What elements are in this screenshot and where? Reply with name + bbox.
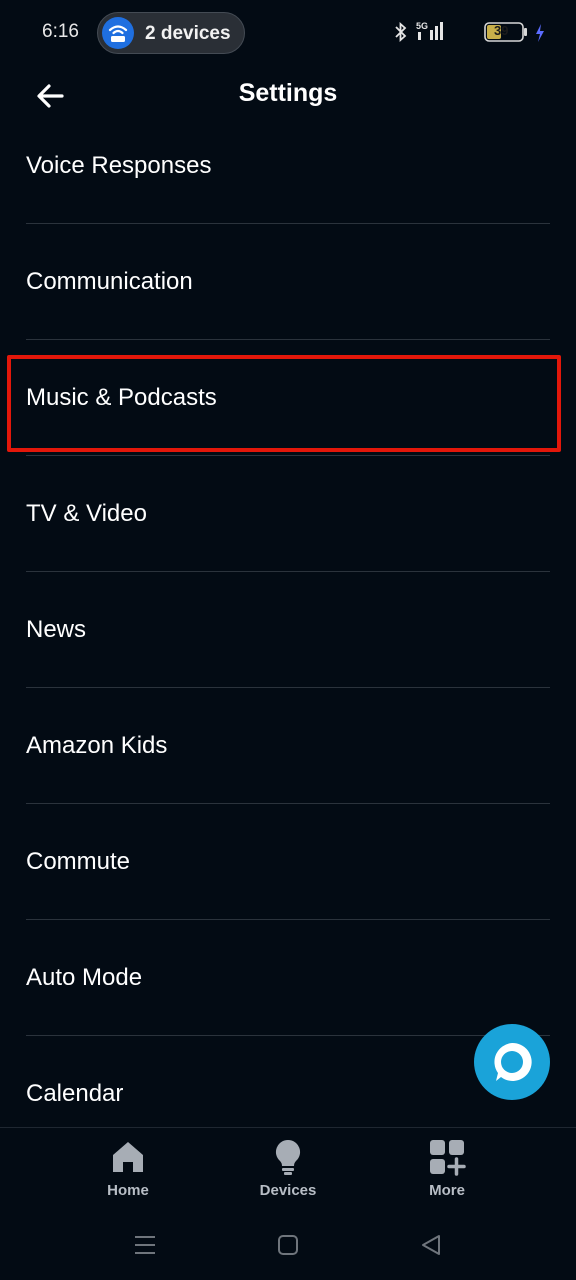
settings-item-label: Amazon Kids xyxy=(26,731,168,759)
nav-devices-label: Devices xyxy=(259,1182,317,1199)
wifi-router-icon xyxy=(102,17,134,49)
bottom-nav: Home Devices More xyxy=(0,1127,576,1218)
menu-icon xyxy=(135,1236,155,1254)
alexa-button[interactable] xyxy=(474,1024,550,1100)
settings-item-news[interactable]: News xyxy=(26,572,550,688)
settings-item-music-podcasts[interactable]: Music & Podcasts xyxy=(26,340,550,456)
back-system-button[interactable] xyxy=(420,1233,442,1262)
home-button[interactable] xyxy=(277,1233,299,1262)
battery-level: 39 xyxy=(494,23,509,38)
alexa-icon xyxy=(494,1042,532,1081)
network-label: 5G xyxy=(416,21,428,31)
nav-more[interactable]: More xyxy=(387,1138,507,1199)
settings-item-communication[interactable]: Communication xyxy=(26,224,550,340)
settings-item-amazon-kids[interactable]: Amazon Kids xyxy=(26,688,550,804)
devices-pill-label: 2 devices xyxy=(145,23,231,44)
home-icon xyxy=(113,1142,143,1172)
lightbulb-icon xyxy=(275,1139,301,1175)
page-title: Settings xyxy=(238,79,338,107)
grid-plus-icon xyxy=(430,1140,466,1176)
triangle-back-icon xyxy=(422,1235,440,1255)
settings-item-label: TV & Video xyxy=(26,499,147,527)
square-icon xyxy=(278,1235,298,1255)
settings-item-label: Commute xyxy=(26,847,131,875)
nav-home[interactable]: Home xyxy=(68,1138,188,1199)
bluetooth-icon xyxy=(394,20,408,49)
signal-icon: 5G xyxy=(416,20,446,49)
settings-list: Voice Responses Communication Music & Po… xyxy=(26,108,550,1152)
settings-item-label: Calendar xyxy=(26,1080,124,1107)
system-nav xyxy=(0,1217,576,1280)
settings-screen: 6:16 2 devices 5G 39 Settings Voice Resp… xyxy=(0,0,576,1280)
settings-item-label: Voice Responses xyxy=(26,151,212,179)
status-time: 6:16 xyxy=(42,21,79,42)
settings-item-label: Communication xyxy=(26,267,193,295)
settings-item-label: Auto Mode xyxy=(26,963,143,991)
status-bar: 6:16 2 devices 5G 39 xyxy=(0,0,576,66)
settings-item-auto-mode[interactable]: Auto Mode xyxy=(26,920,550,1036)
settings-item-label: Music & Podcasts xyxy=(26,383,217,411)
recent-apps-button[interactable] xyxy=(134,1233,156,1262)
devices-pill[interactable]: 2 devices xyxy=(97,12,245,54)
charging-icon xyxy=(534,23,546,48)
settings-item-tv-video[interactable]: TV & Video xyxy=(26,456,550,572)
settings-item-commute[interactable]: Commute xyxy=(26,804,550,920)
nav-devices[interactable]: Devices xyxy=(228,1138,348,1199)
battery-icon: 39 xyxy=(484,22,530,47)
settings-item-voice-responses[interactable]: Voice Responses xyxy=(26,108,550,224)
nav-more-label: More xyxy=(429,1182,465,1199)
nav-home-label: Home xyxy=(107,1182,149,1199)
settings-item-label: News xyxy=(26,615,87,643)
